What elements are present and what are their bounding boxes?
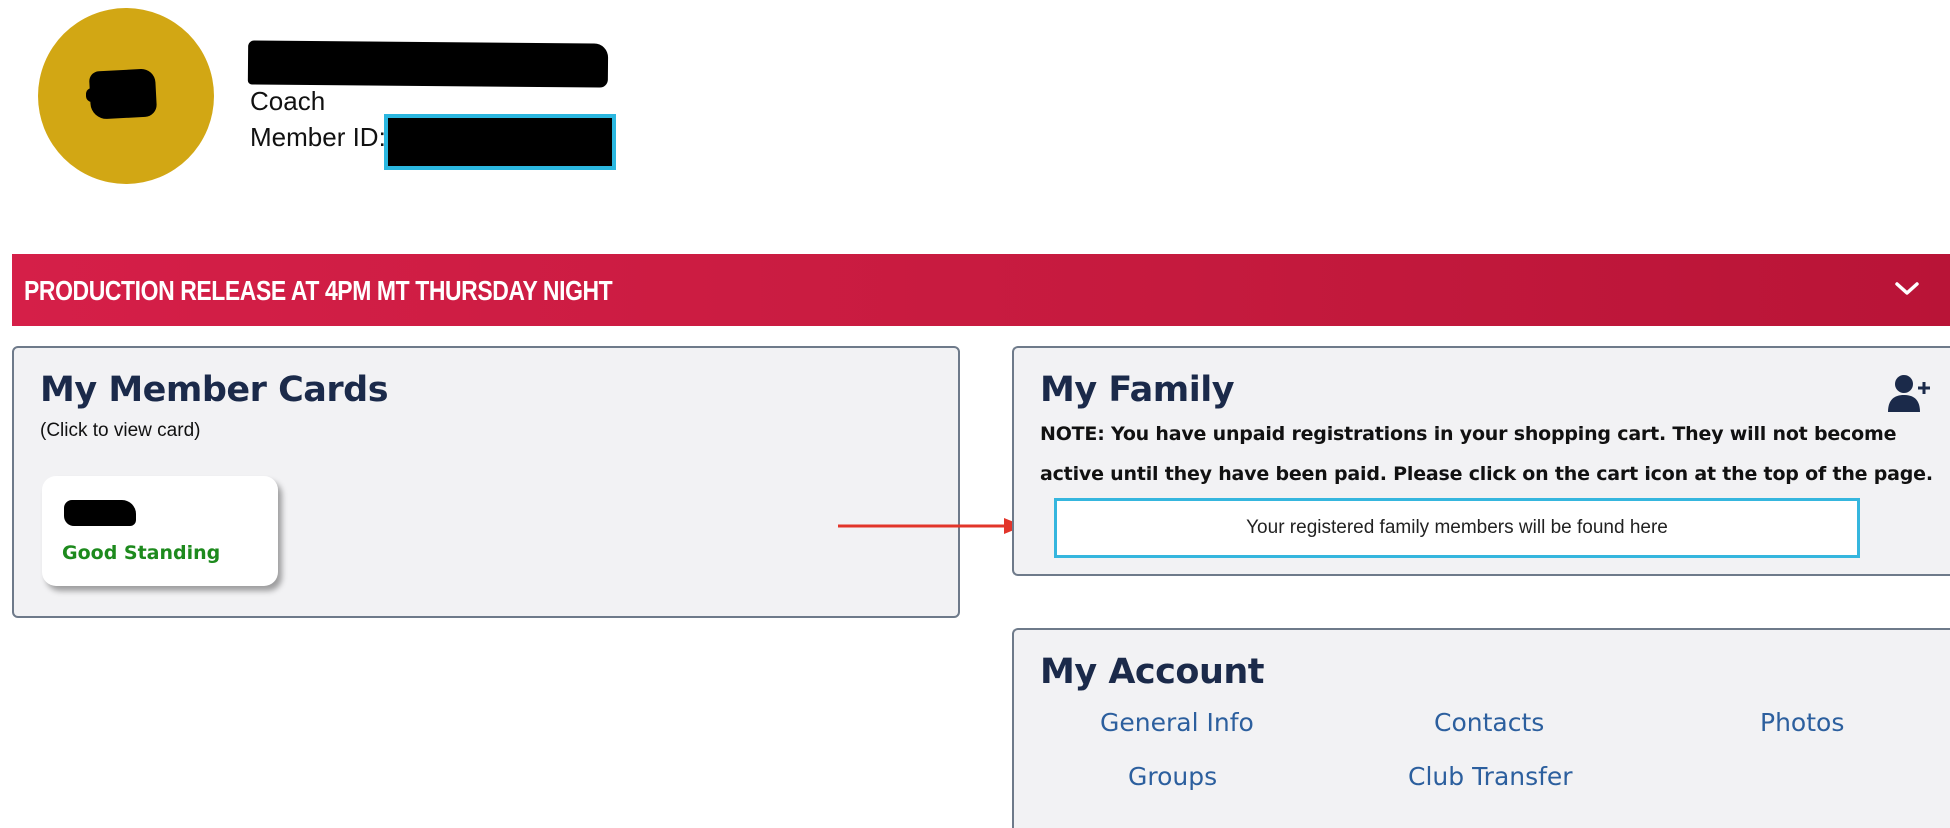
redacted-card-name	[64, 500, 136, 526]
redacted-initials-fragment	[86, 88, 110, 102]
account-title: My Account	[1040, 652, 1265, 692]
redacted-member-id	[384, 114, 616, 170]
status-badge: Good Standing	[62, 542, 221, 564]
add-user-icon[interactable]	[1884, 374, 1932, 414]
member-cards-title: My Member Cards	[40, 370, 389, 410]
chevron-down-icon[interactable]	[1890, 272, 1924, 306]
banner-text: PRODUCTION RELEASE AT 4PM MT THURSDAY NI…	[24, 275, 613, 306]
avatar	[38, 8, 214, 184]
annotation-arrow	[838, 518, 1024, 534]
account-link-general-info[interactable]: General Info	[1100, 708, 1254, 737]
member-card[interactable]: Good Standing	[42, 476, 278, 586]
account-link-club-transfer[interactable]: Club Transfer	[1408, 762, 1573, 791]
account-link-contacts[interactable]: Contacts	[1434, 708, 1544, 737]
member-cards-panel: My Member Cards (Click to view card) Goo…	[12, 346, 960, 618]
family-title: My Family	[1040, 370, 1235, 410]
member-id-label: Member ID:	[250, 122, 386, 152]
account-link-photos[interactable]: Photos	[1760, 708, 1844, 737]
family-members-list: Your registered family members will be f…	[1054, 498, 1860, 558]
member-cards-subtitle: (Click to view card)	[40, 420, 201, 441]
family-empty-message: Your registered family members will be f…	[1246, 517, 1668, 538]
unpaid-registrations-note: NOTE: You have unpaid registrations in y…	[1040, 423, 1933, 485]
account-panel: My Account General Info Contacts Photos …	[1012, 628, 1950, 828]
redacted-member-name	[247, 40, 609, 88]
announcement-banner[interactable]: PRODUCTION RELEASE AT 4PM MT THURSDAY NI…	[12, 254, 1950, 326]
account-link-groups[interactable]: Groups	[1128, 762, 1217, 791]
member-role: Coach	[250, 86, 326, 116]
family-panel: My Family NOTE: You have unpaid registra…	[1012, 346, 1950, 576]
